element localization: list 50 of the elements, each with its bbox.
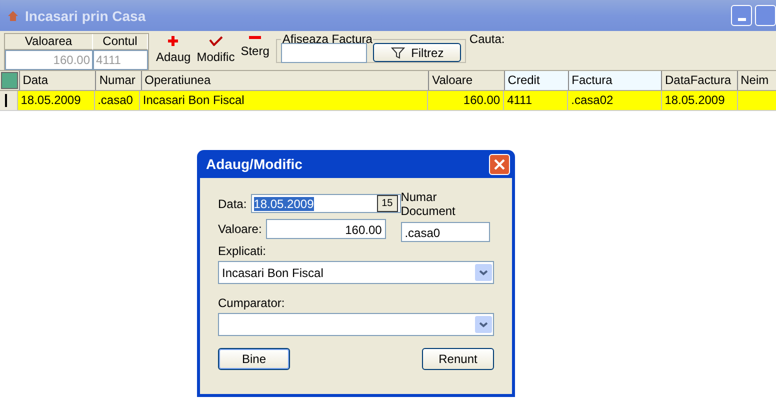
toolbar-button[interactable]: Adaug: [153, 32, 194, 68]
summary-value: 4111: [93, 50, 148, 70]
close-icon: [494, 158, 505, 170]
search-label: Cauta:: [469, 32, 505, 46]
table-cell: 18.05.2009: [664, 93, 725, 107]
maximize-button[interactable]: [755, 5, 776, 26]
table-row[interactable]: 18.05.2009 .casa0 Incasari Bon Fiscal 160.00 4111 .casa02 18.05.2009: [0, 91, 776, 111]
explanation-label: Explicati:: [218, 244, 268, 258]
table-cell: Incasari Bon Fiscal: [142, 93, 244, 107]
minimize-icon: [738, 18, 746, 21]
plus-icon: [168, 36, 178, 46]
table-cell: 4111: [507, 93, 532, 107]
document-number-field[interactable]: .casa0: [400, 222, 490, 242]
column-header[interactable]: Credit: [504, 71, 568, 90]
buyer-dropdown[interactable]: [218, 313, 494, 336]
table-cell: .casa0: [98, 93, 133, 107]
minus-icon: [249, 36, 262, 40]
summary-value: 160.00: [5, 50, 93, 70]
explanation-dropdown[interactable]: Incasari Bon Fiscal: [218, 261, 494, 284]
table-cell: 18.05.2009: [20, 93, 81, 107]
column-header[interactable]: Neim: [736, 71, 776, 90]
table-cell: 160.00: [463, 93, 500, 107]
cancel-button[interactable]: Renunt: [422, 348, 494, 370]
column-header[interactable]: Numar: [95, 71, 141, 90]
dialog-title: Adaug/Modific: [206, 156, 302, 172]
checkmark-icon: [208, 36, 223, 46]
minimize-button[interactable]: [731, 5, 752, 26]
invoice-input[interactable]: [281, 42, 368, 62]
date-field[interactable]: 18.05.2009 15: [250, 194, 401, 213]
document-number-label: Numar Document: [400, 190, 456, 218]
date-label: Data:: [218, 196, 247, 210]
toolbar-button[interactable]: Modific: [194, 32, 238, 68]
amount-label: Valoare:: [218, 222, 262, 236]
column-header[interactable]: Factura: [568, 71, 661, 90]
app-icon: [7, 10, 19, 22]
close-button[interactable]: [489, 154, 510, 174]
buyer-label: Cumparator:: [218, 296, 286, 310]
filter-button[interactable]: Filtrez: [373, 43, 462, 62]
amount-field[interactable]: 160.00: [266, 219, 386, 239]
ok-button[interactable]: Bine: [218, 348, 290, 370]
toolbar-button[interactable]: Sterg: [238, 32, 272, 68]
table-cell: .casa02: [571, 93, 614, 107]
funnel-icon: [391, 46, 406, 58]
group-label: Afiseaza Factura: [281, 32, 374, 46]
column-header[interactable]: Data: [18, 71, 96, 90]
column-header[interactable]: Operatiunea: [140, 71, 428, 90]
window-title: Incasari prin Casa: [25, 8, 146, 24]
column-header[interactable]: DataFactura: [660, 71, 737, 90]
calendar-button[interactable]: 15: [376, 195, 398, 212]
grid-corner-icon: [1, 72, 18, 89]
